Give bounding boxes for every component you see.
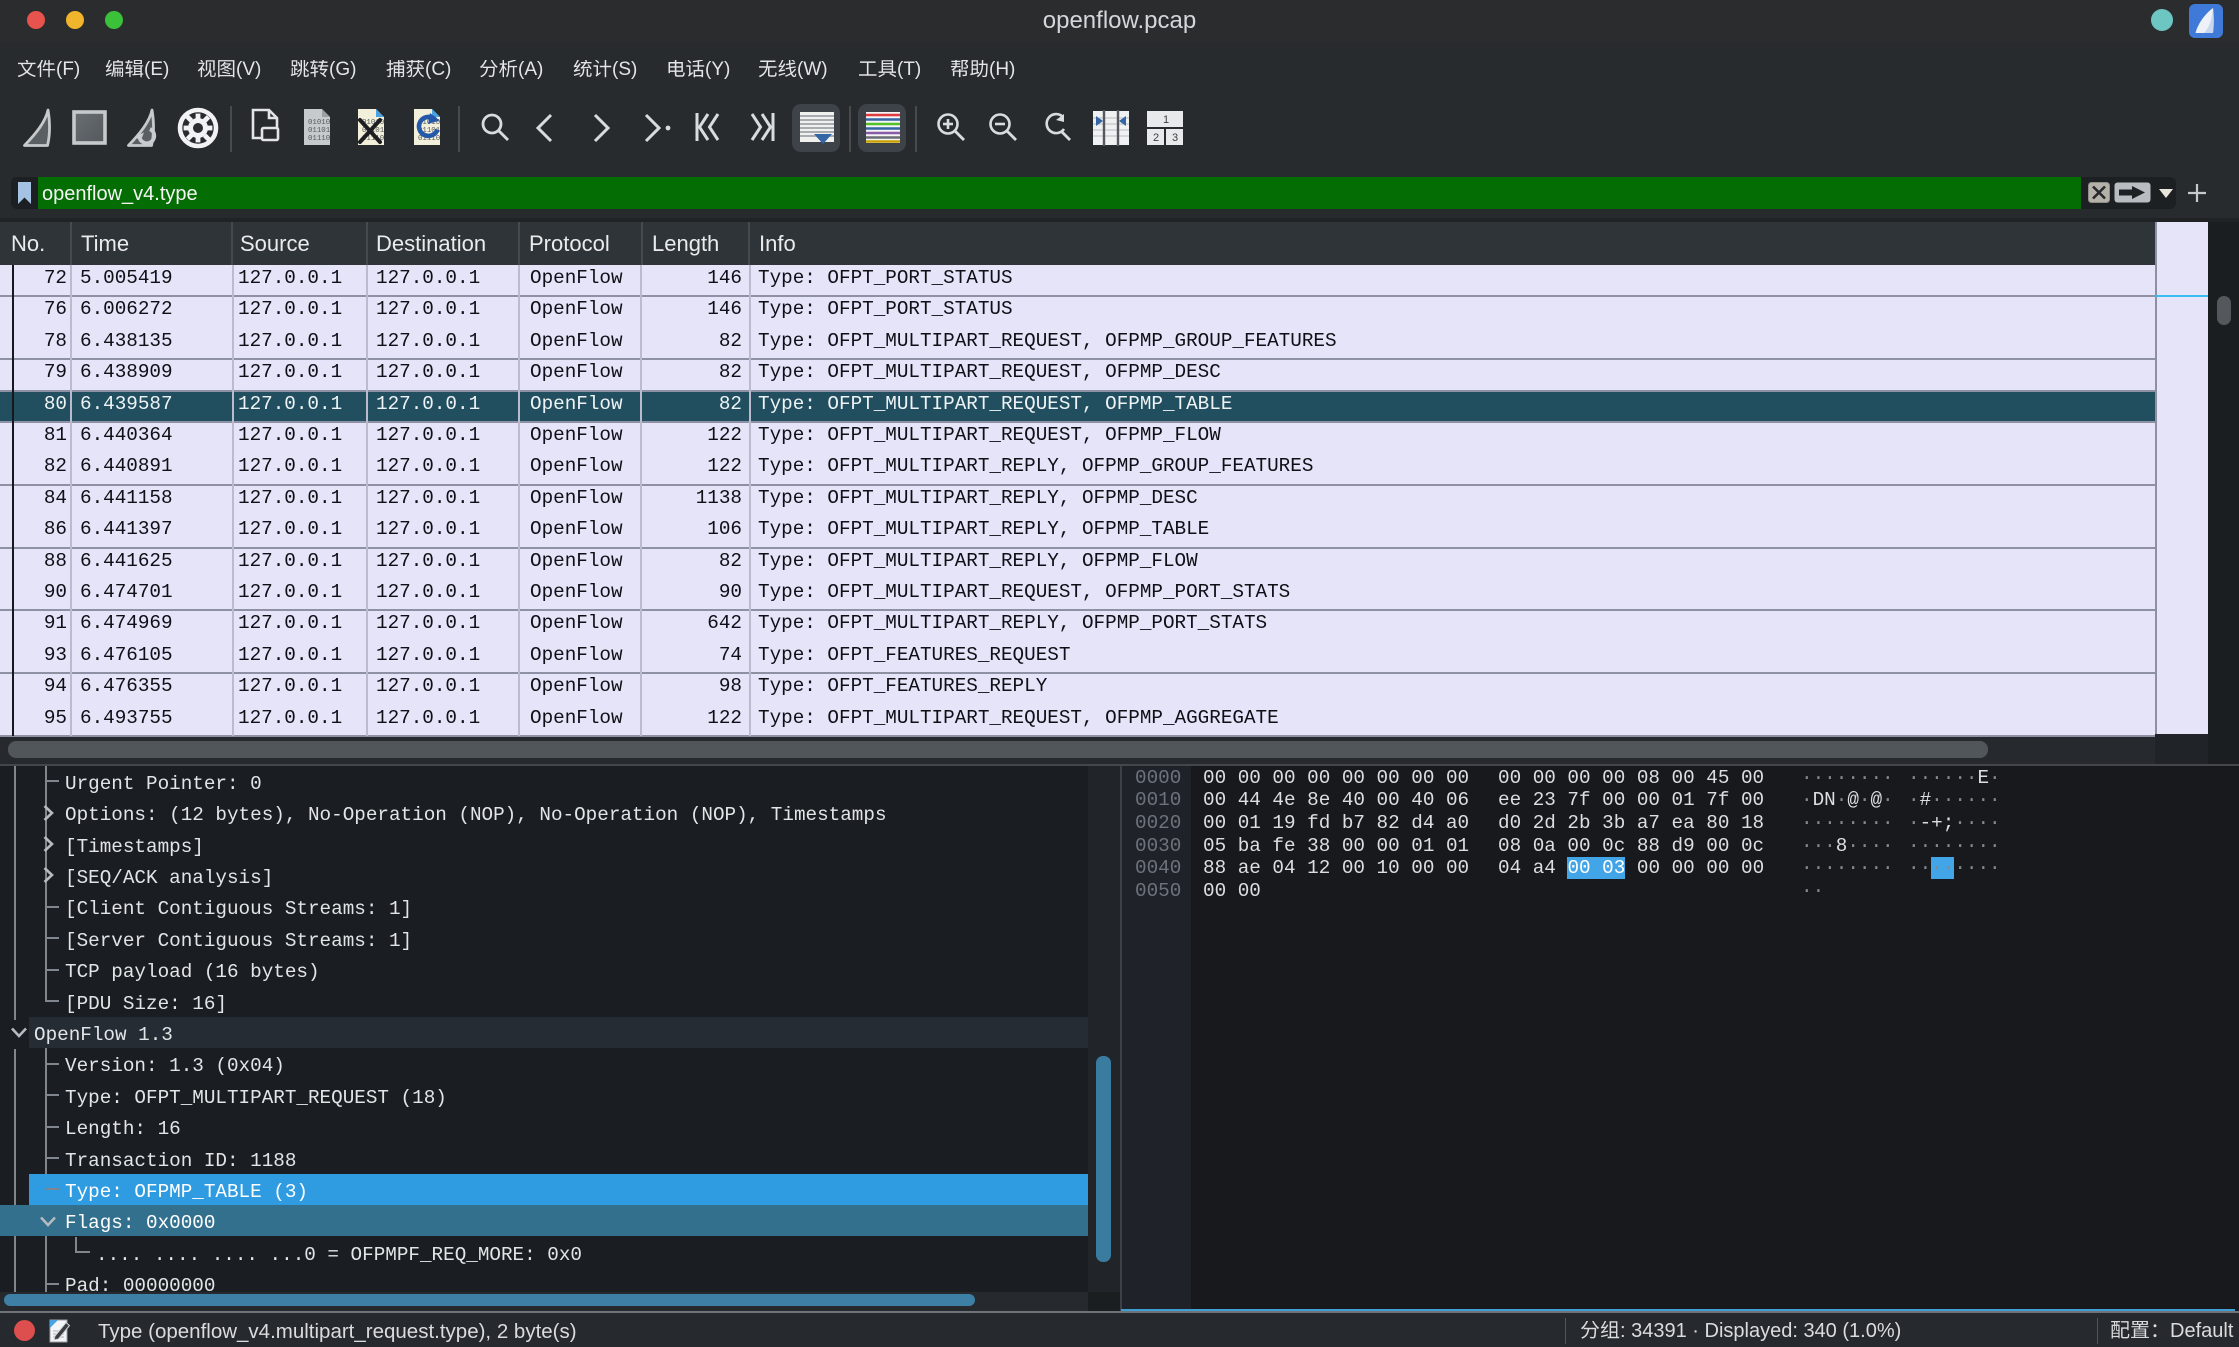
svg-text:1: 1 xyxy=(1163,114,1169,126)
svg-text:2: 2 xyxy=(1153,132,1159,144)
svg-text:3: 3 xyxy=(1172,132,1178,144)
svg-text:01010: 01010 xyxy=(308,119,330,127)
svg-text:01101: 01101 xyxy=(308,127,331,135)
svg-text:01110: 01110 xyxy=(308,135,330,143)
